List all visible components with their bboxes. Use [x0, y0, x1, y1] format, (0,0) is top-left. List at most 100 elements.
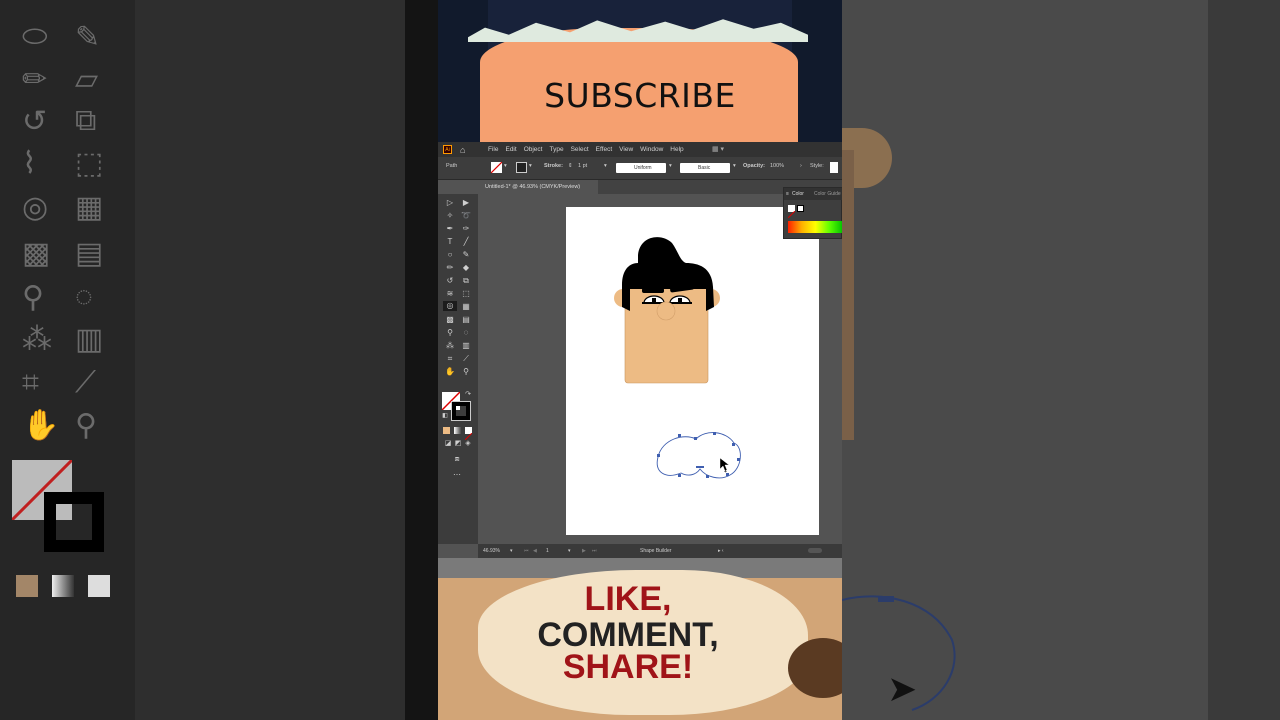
app-logo: Ai: [443, 145, 452, 154]
menu-effect[interactable]: Effect: [596, 146, 613, 153]
type-tool-icon[interactable]: T: [445, 237, 455, 247]
brush-icon: ✎: [75, 21, 101, 54]
subscribe-banner[interactable]: SUBSCRIBE: [438, 0, 842, 142]
ghost-face: [842, 150, 854, 440]
none-mode-swatch[interactable]: [464, 427, 473, 441]
paper-rag-right: [792, 0, 842, 142]
line-tool-icon[interactable]: ╱: [461, 237, 471, 247]
menu-window[interactable]: Window: [640, 146, 663, 153]
zoom-tool-icon[interactable]: ⚲: [461, 367, 471, 377]
illustrator-window: Ai ⌂ File Edit Object Type Select Effect…: [438, 142, 842, 558]
swap-colors-icon[interactable]: ↷: [463, 390, 473, 400]
width-tool-icon[interactable]: ≋: [445, 289, 455, 299]
edit-toolbar-icon[interactable]: ⋯: [452, 470, 462, 480]
torn-edge: [468, 19, 808, 42]
stroke-color-box[interactable]: [451, 401, 471, 421]
artboard-dropdown-icon[interactable]: ▾: [568, 548, 571, 554]
mesh-tool-icon[interactable]: ▩: [445, 315, 455, 325]
perspective-icon: ▦: [75, 191, 104, 224]
horizontal-scrollbar[interactable]: [808, 548, 822, 553]
menu-select[interactable]: Select: [571, 146, 589, 153]
ellipse-tool-icon[interactable]: ○: [445, 250, 455, 260]
symbol-sprayer-tool-icon[interactable]: ⁂: [445, 341, 455, 351]
menu-file[interactable]: File: [488, 146, 498, 153]
fill-swatch[interactable]: [490, 161, 503, 174]
eyedropper-tool-icon[interactable]: ⚲: [445, 328, 455, 338]
graph-tool-icon[interactable]: ▥: [461, 341, 471, 351]
magic-wand-tool-icon[interactable]: ✧: [445, 211, 455, 221]
stroke-stepper-icon[interactable]: ⇕: [568, 163, 573, 169]
curvature-tool-icon[interactable]: ✑: [461, 224, 471, 234]
color-mode-swatch[interactable]: [443, 427, 450, 434]
gradient-mode-swatch[interactable]: [454, 427, 461, 434]
blend-tool-icon[interactable]: ◌: [461, 328, 471, 338]
stroke-dropdown-icon[interactable]: ▾: [529, 163, 532, 169]
shape-builder-cursor-icon: +: [719, 457, 730, 475]
style-swatch[interactable]: [830, 162, 838, 173]
rotate-tool-icon[interactable]: ↺: [445, 276, 455, 286]
menu-help[interactable]: Help: [670, 146, 683, 153]
gradient-tool-icon[interactable]: ▤: [461, 315, 471, 325]
lasso-tool-icon[interactable]: ➰: [461, 211, 471, 221]
panel-stroke-swatch[interactable]: [797, 205, 804, 212]
zoom-level[interactable]: 46.93%: [483, 548, 500, 554]
direct-selection-tool-icon[interactable]: ▶: [461, 198, 471, 208]
shape-builder-tool-icon[interactable]: ◎: [443, 301, 457, 311]
panel-collapse-icon[interactable]: ≡: [786, 191, 789, 197]
workspace-switcher-icon[interactable]: ▦ ▾: [712, 145, 724, 153]
free-transform-tool-icon[interactable]: ⬚: [461, 289, 471, 299]
paintbrush-tool-icon[interactable]: ✎: [461, 250, 471, 260]
draw-behind-icon[interactable]: ◩: [453, 439, 463, 449]
prev-artboard-icon[interactable]: ◀: [533, 548, 537, 554]
menu-edit[interactable]: Edit: [505, 146, 516, 153]
first-artboard-icon[interactable]: ⏮: [524, 548, 529, 554]
screen-mode-icon[interactable]: ⧈: [452, 454, 462, 464]
stroke-swatch[interactable]: [516, 162, 527, 173]
current-tool-label: Shape Builder: [640, 548, 672, 554]
menu-object[interactable]: Object: [524, 146, 543, 153]
draw-inside-icon[interactable]: ◈: [463, 439, 473, 449]
scale-tool-icon[interactable]: ⧉: [461, 276, 471, 286]
menu-type[interactable]: Type: [549, 146, 563, 153]
artboard-icon: ⌗: [22, 366, 39, 399]
status-arrow-icon[interactable]: ▸ ‹: [718, 548, 724, 554]
color-spectrum[interactable]: [788, 221, 842, 233]
artboard-number[interactable]: 1: [546, 548, 549, 554]
menu-view[interactable]: View: [619, 146, 633, 153]
color-panel: ≡ Color Color Guide: [783, 187, 842, 239]
pencil-icon: ✏: [22, 63, 48, 96]
hand-tool-icon[interactable]: ✋: [445, 367, 455, 377]
panel-fill-swatch[interactable]: [787, 205, 796, 219]
tab-color[interactable]: Color: [792, 191, 804, 197]
brush-dropdown-icon[interactable]: ▾: [733, 163, 736, 169]
next-artboard-icon[interactable]: ▶: [582, 548, 586, 554]
eraser-tool-icon[interactable]: ◆: [461, 263, 471, 273]
opacity-value[interactable]: 100%: [770, 163, 784, 169]
home-icon[interactable]: ⌂: [460, 145, 465, 155]
profile-dropdown-icon[interactable]: ▾: [669, 163, 672, 169]
artboard[interactable]: +: [566, 207, 819, 535]
tab-color-guide[interactable]: Color Guide: [814, 191, 841, 197]
perspective-grid-tool-icon[interactable]: ▦: [461, 302, 471, 312]
selection-tool-icon[interactable]: ▷: [445, 198, 455, 208]
stroke-weight[interactable]: 1 pt: [578, 163, 587, 169]
default-colors-icon[interactable]: ◧: [440, 411, 450, 421]
svg-text:+: +: [724, 469, 727, 475]
slice-tool-icon[interactable]: ⟋: [461, 354, 471, 364]
zoom-dropdown-icon[interactable]: ▾: [510, 548, 513, 554]
selected-cloud-path[interactable]: [656, 432, 741, 479]
menu-list: File Edit Object Type Select Effect View…: [488, 146, 684, 153]
brush-select[interactable]: Basic: [680, 163, 730, 173]
menu-bar: Ai ⌂ File Edit Object Type Select Effect…: [438, 142, 842, 157]
free-transform-icon: ⬚: [75, 147, 104, 180]
pen-tool-icon[interactable]: ✒: [445, 224, 455, 234]
stroke-weight-dropdown-icon[interactable]: ▾: [604, 163, 607, 169]
document-tab[interactable]: Untitled-1* @ 46.93% (CMYK/Preview): [478, 180, 598, 194]
pencil-tool-icon[interactable]: ✏: [445, 263, 455, 273]
opacity-arrow-icon[interactable]: ›: [800, 163, 802, 169]
draw-normal-icon[interactable]: ◪: [443, 439, 453, 449]
artboard-tool-icon[interactable]: ⌗: [445, 354, 455, 364]
last-artboard-icon[interactable]: ⏭: [592, 548, 597, 554]
profile-select[interactable]: Uniform: [616, 163, 666, 173]
fill-dropdown-icon[interactable]: ▾: [504, 163, 507, 169]
